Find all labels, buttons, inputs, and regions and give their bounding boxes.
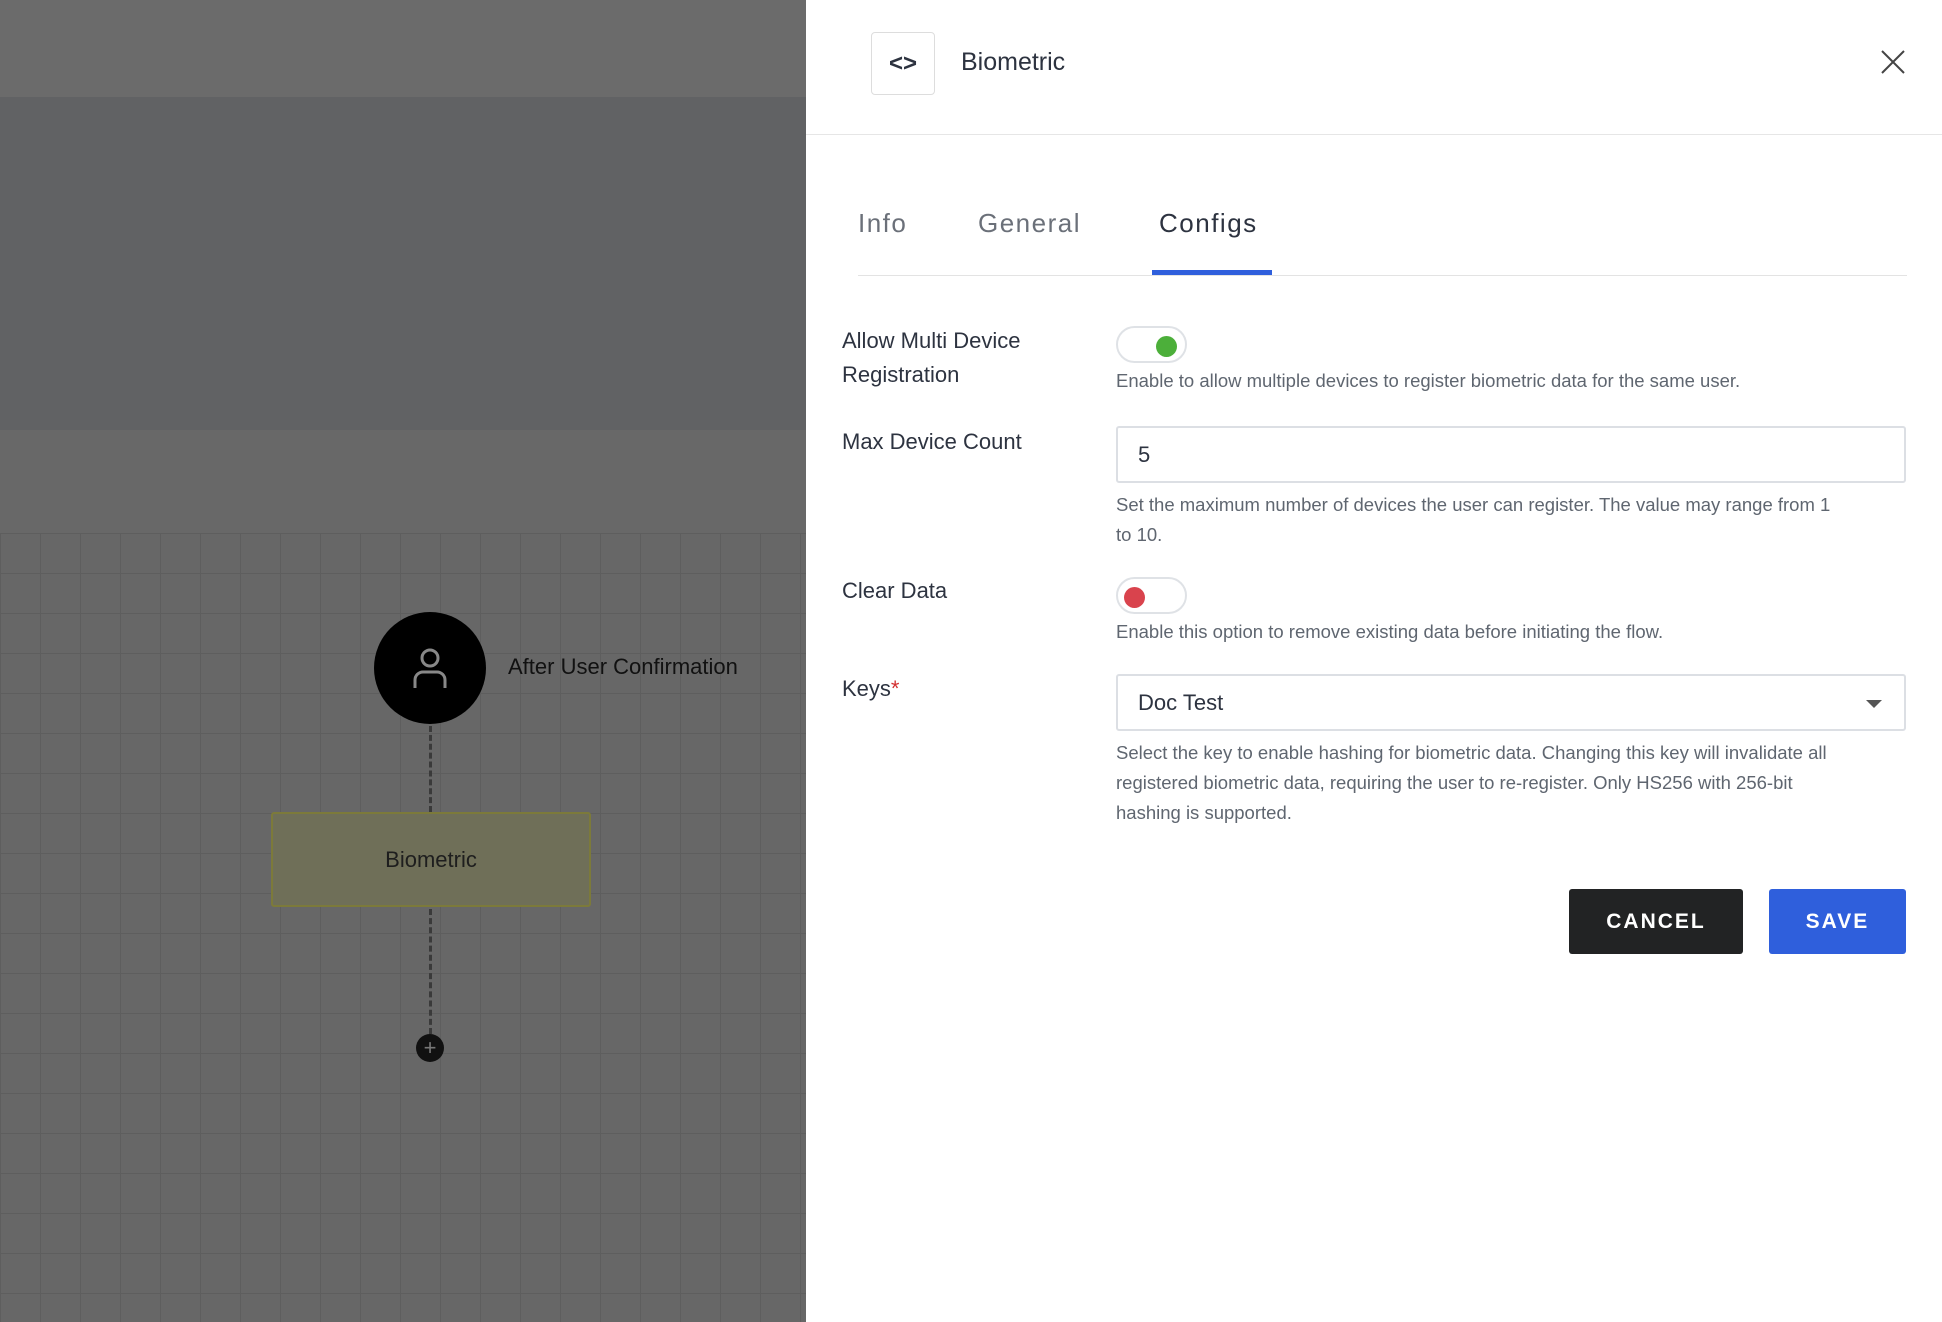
keys-label: Keys* (842, 672, 899, 706)
flow-canvas: After User Confirmation Biometric + (0, 0, 806, 1322)
tabs-divider (858, 275, 1907, 276)
clear-data-toggle[interactable] (1116, 577, 1187, 614)
code-view-button[interactable]: <> (871, 32, 935, 95)
panel-title: Biometric (961, 48, 1066, 76)
save-button[interactable]: SAVE (1769, 889, 1906, 954)
max-device-help: Set the maximum number of devices the us… (1116, 490, 1916, 550)
max-device-input[interactable]: 5 (1116, 426, 1906, 483)
active-tab-indicator (1152, 270, 1272, 275)
clear-data-label: Clear Data (842, 578, 948, 603)
connector-line (429, 726, 432, 812)
input-value: 5 (1138, 441, 1151, 467)
add-node-button[interactable]: + (416, 1034, 444, 1062)
help-line: Set the maximum number of devices the us… (1116, 494, 1831, 515)
tab-info[interactable]: Info (858, 208, 907, 239)
user-icon (413, 648, 447, 688)
trigger-node[interactable] (374, 612, 486, 724)
canvas-overlay-region (0, 97, 806, 430)
help-line: registered biometric data, requiring the… (1116, 772, 1793, 793)
help-line: hashing is supported. (1116, 802, 1292, 823)
cancel-button[interactable]: CANCEL (1569, 889, 1743, 954)
canvas-toolbar (0, 0, 806, 97)
keys-help: Select the key to enable hashing for bio… (1116, 738, 1916, 828)
connector-line (429, 909, 432, 1034)
biometric-node[interactable]: Biometric (271, 812, 591, 907)
panel-header: <> Biometric (806, 0, 1942, 135)
keys-select[interactable]: Doc Test (1116, 674, 1906, 731)
multi-device-help: Enable to allow multiple devices to regi… (1116, 370, 1741, 391)
clear-data-help: Enable this option to remove existing da… (1116, 621, 1664, 642)
label-line: Registration (842, 362, 960, 387)
max-device-label: Max Device Count (842, 429, 1022, 454)
biometric-node-label: Biometric (385, 846, 477, 872)
code-icon: <> (888, 49, 918, 77)
help-line: to 10. (1116, 524, 1163, 545)
chevron-down-icon (1866, 700, 1882, 708)
toggle-knob (1156, 336, 1177, 357)
help-line: Select the key to enable hashing for bio… (1116, 742, 1827, 763)
tab-configs[interactable]: Configs (1159, 208, 1258, 239)
close-icon[interactable] (1879, 48, 1907, 76)
multi-device-label: Allow Multi Device Registration (842, 324, 1021, 392)
toggle-knob (1124, 587, 1145, 608)
required-mark: * (890, 676, 900, 701)
label-text: Keys (842, 676, 891, 701)
label-line: Allow Multi Device (842, 328, 1021, 353)
config-panel: <> Biometric Info General Configs Allow … (806, 0, 1942, 1322)
select-value: Doc Test (1138, 689, 1224, 715)
tab-general[interactable]: General (978, 208, 1081, 239)
trigger-node-label: After User Confirmation (508, 654, 738, 679)
multi-device-toggle[interactable] (1116, 326, 1187, 363)
